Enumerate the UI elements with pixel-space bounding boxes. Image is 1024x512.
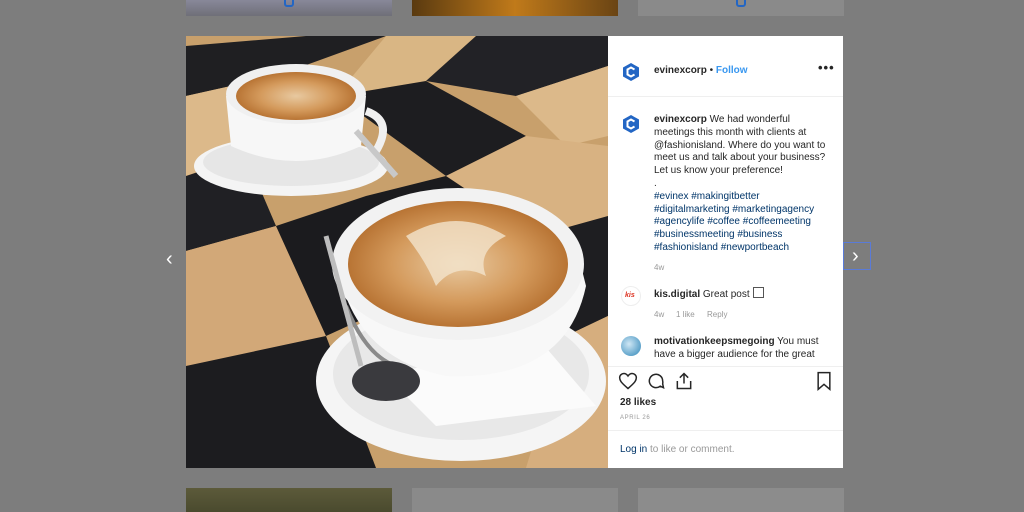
login-bar: Log in to like or comment. (608, 430, 843, 468)
post-modal: evinexcorp • Follow ••• evinexcorp We ha… (186, 36, 843, 468)
comment-username-link[interactable]: kis.digital (654, 289, 700, 300)
post-author: evinexcorp • Follow (654, 65, 748, 76)
comment-likes-link[interactable]: 1 like (676, 310, 695, 319)
kis-digital-avatar-icon[interactable]: kis (621, 286, 641, 306)
login-prompt: Log in to like or comment. (620, 444, 735, 455)
caption-avatar-icon[interactable] (621, 114, 641, 134)
caption-username-link[interactable]: evinexcorp (654, 114, 707, 125)
motivation-avatar-icon[interactable] (621, 336, 641, 356)
next-post-button[interactable]: › (843, 242, 871, 270)
grid-thumbnail[interactable] (638, 488, 844, 512)
brand-logo-icon (284, 0, 294, 7)
comment-icon[interactable] (646, 371, 666, 391)
comment-age: 4w (654, 310, 665, 319)
bookmark-icon[interactable] (814, 371, 834, 391)
post-header: evinexcorp • Follow ••• (608, 36, 843, 97)
share-icon[interactable] (674, 371, 694, 391)
brand-logo-icon (736, 0, 746, 7)
comment-item: motivationkeepsmegoing You must have a b… (654, 336, 830, 362)
caption-age: 4w (654, 263, 665, 272)
grid-thumbnail[interactable] (412, 488, 618, 512)
post-date: APRIL 26 (620, 415, 651, 421)
grid-thumbnail[interactable] (186, 488, 392, 512)
grid-thumbnail[interactable] (412, 0, 618, 16)
caption-hashtags[interactable]: #evinex #makingitbetter #digitalmarketin… (654, 191, 814, 253)
comment-text: Great post (700, 289, 750, 300)
login-link[interactable]: Log in (620, 444, 647, 455)
previous-post-arrow-icon[interactable]: ‹ (166, 248, 173, 271)
likes-count[interactable]: 28 likes (620, 397, 656, 408)
separator-dot: • (709, 65, 714, 76)
post-photo (186, 36, 608, 468)
comment-username-link[interactable]: motivationkeepsmegoing (654, 336, 775, 347)
more-options-icon[interactable]: ••• (818, 60, 835, 75)
caption-text: We had wonderful meetings this month wit… (654, 114, 826, 189)
author-username-link[interactable]: evinexcorp (654, 65, 707, 76)
grid-thumbnail[interactable] (638, 0, 844, 16)
post-caption: evinexcorp We had wonderful meetings thi… (654, 114, 830, 255)
grid-thumbnail[interactable] (186, 0, 392, 16)
emoji-placeholder-icon (752, 287, 764, 298)
coffee-photo-image (186, 36, 608, 468)
login-prompt-text: to like or comment. (647, 444, 735, 455)
comment-reply-button[interactable]: Reply (707, 310, 727, 319)
follow-button[interactable]: Follow (716, 65, 748, 76)
post-sidebar: evinexcorp • Follow ••• evinexcorp We ha… (608, 36, 843, 468)
post-actions: 28 likes APRIL 26 Log in to like or comm… (608, 366, 843, 467)
evinexcorp-avatar-icon[interactable] (621, 62, 641, 82)
comment-item: kis.digital Great post (654, 287, 764, 302)
next-arrow-icon: › (852, 245, 859, 267)
heart-icon[interactable] (618, 371, 638, 391)
